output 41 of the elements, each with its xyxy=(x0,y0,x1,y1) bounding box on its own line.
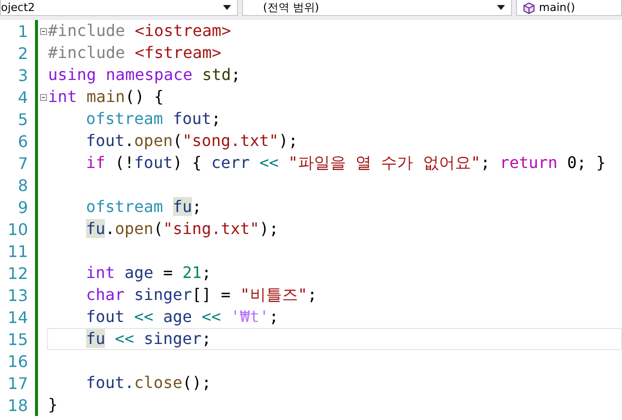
code-line: fout.open("song.txt"); xyxy=(86,131,298,151)
line-number: 8 xyxy=(16,176,28,194)
line-number: 18 xyxy=(6,396,28,414)
code-line: } xyxy=(48,395,58,415)
line-number: 16 xyxy=(6,352,28,370)
line-number: 12 xyxy=(6,264,28,282)
code-line: if (!fout) { cerr << "파일을 열 수가 없어요"; return 0; } xyxy=(86,153,606,173)
code-line: using namespace std; xyxy=(48,65,241,85)
scope-dropdown[interactable]: (전역 범위) xyxy=(242,0,512,16)
cube-icon xyxy=(523,2,535,14)
line-number: 5 xyxy=(16,110,28,128)
line-number: 7 xyxy=(16,154,28,172)
caret-icon xyxy=(497,5,505,10)
line-number: 2 xyxy=(16,44,28,62)
code-line: ofstream fout; xyxy=(86,109,221,129)
line-number: 13 xyxy=(6,286,28,304)
code-line: char singer[] = "비틀즈"; xyxy=(86,285,318,305)
collapse-icon[interactable] xyxy=(40,28,46,34)
line-number: 10 xyxy=(6,220,28,238)
caret-icon xyxy=(223,5,231,10)
line-number: 11 xyxy=(6,242,28,260)
line-number: 6 xyxy=(16,132,28,150)
line-number: 9 xyxy=(16,198,28,216)
code-line: fout << age << '₩t'; xyxy=(86,307,279,327)
code-line: fout.close(); xyxy=(86,373,212,393)
code-line: #include <fstream> xyxy=(48,43,222,63)
line-number: 4 xyxy=(16,88,28,106)
scope-dropdown[interactable]: main() xyxy=(516,0,622,16)
code-line: fu << singer; xyxy=(86,329,212,349)
line-number: 15 xyxy=(6,330,28,348)
code-line: fu.open("sing.txt"); xyxy=(86,219,279,239)
code-line: int main() { xyxy=(48,87,164,107)
code-line: #include <iostream> xyxy=(48,21,232,41)
line-number: 1 xyxy=(16,22,28,40)
line-number: 3 xyxy=(16,66,28,84)
code-line: int age = 21; xyxy=(86,263,212,283)
line-number: 17 xyxy=(6,374,28,392)
scope-dropdown[interactable]: oject2 xyxy=(0,0,238,16)
line-number: 14 xyxy=(6,308,28,326)
collapse-icon[interactable] xyxy=(40,94,46,100)
code-line: ofstream fu; xyxy=(86,197,202,217)
